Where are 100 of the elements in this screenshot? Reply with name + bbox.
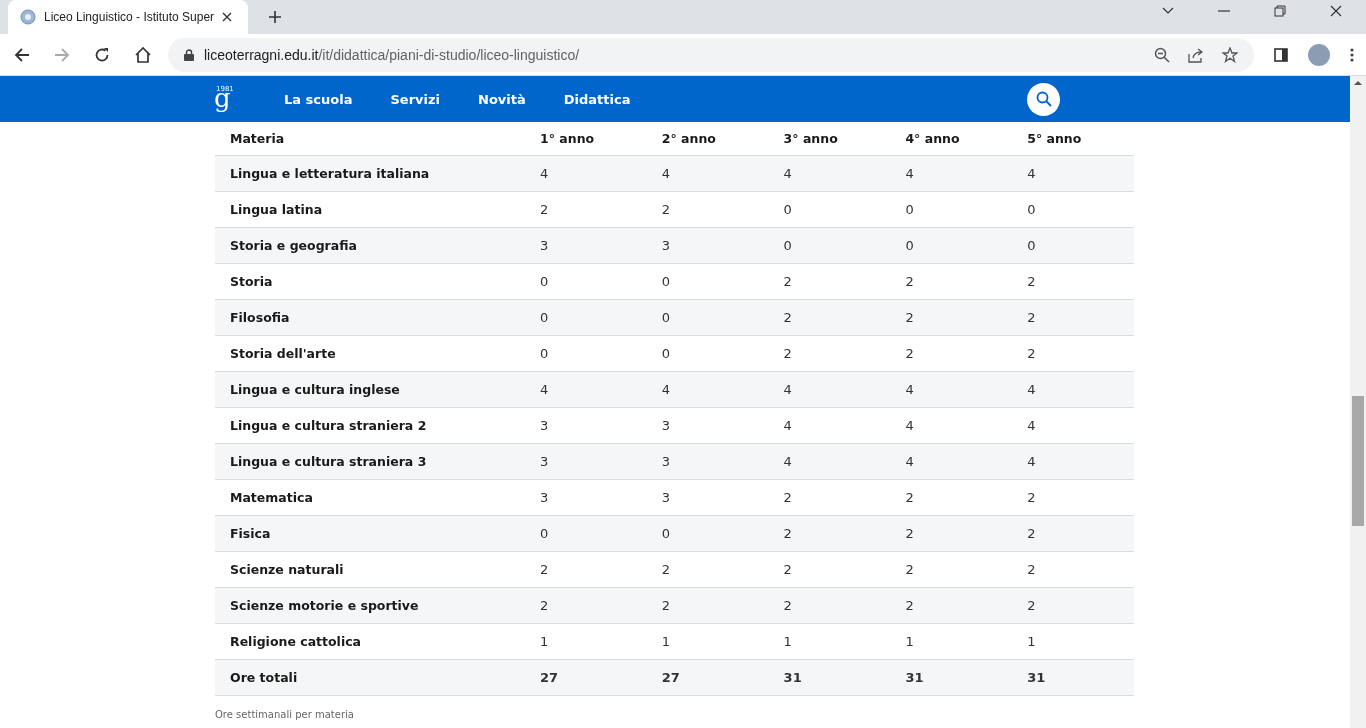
table-cell: 4 [1012, 155, 1134, 192]
table-cell: Lingua e cultura inglese [215, 371, 525, 408]
search-button[interactable] [1027, 82, 1060, 116]
table-cell: Lingua e cultura straniera 2 [215, 407, 525, 444]
url-text: liceoterragni.edu.it/it/didattica/piani-di-studio/liceo-linguistico/ [204, 46, 580, 63]
table-cell: 2 [1012, 479, 1134, 516]
chevron-down-icon[interactable] [1162, 7, 1174, 15]
column-header: 3° anno [768, 122, 891, 156]
table-cell: 4 [890, 443, 1013, 480]
table-cell: 0 [525, 515, 647, 552]
table-cell: 2 [646, 551, 769, 588]
close-icon[interactable] [222, 12, 233, 22]
table-cell: 2 [768, 335, 891, 372]
table-cell: 1 [646, 623, 769, 660]
star-icon[interactable] [1222, 46, 1238, 63]
table-cell: 0 [525, 299, 647, 336]
table-cell: 31 [890, 659, 1013, 696]
column-header: 1° anno [525, 122, 647, 156]
column-header: 5° anno [1012, 122, 1134, 156]
browser-tab[interactable]: Liceo Linguistico - Istituto Super [8, 0, 248, 34]
table-cell: Filosofia [215, 299, 525, 336]
table-cell: 2 [525, 551, 647, 588]
table-cell: 4 [1012, 443, 1134, 480]
table-cell: 2 [768, 551, 891, 588]
table-cell: 2 [1012, 335, 1134, 372]
table-cell: 2 [646, 587, 769, 624]
table-cell: 2 [890, 479, 1013, 516]
scrollbar-thumb[interactable] [1352, 396, 1364, 526]
table-cell: 2 [768, 479, 891, 516]
table-cell: 0 [646, 263, 769, 300]
table-cell: 2 [768, 263, 891, 300]
table-cell: Ore totali [215, 659, 525, 696]
table-cell: 4 [1012, 371, 1134, 408]
tab-title: Liceo Linguistico - Istituto Super [44, 10, 215, 24]
table-cell: 4 [768, 371, 891, 408]
table-cell: 1 [768, 623, 891, 660]
nav-link[interactable]: Servizi [390, 91, 440, 107]
table-cell: 4 [768, 407, 891, 444]
table-cell: 0 [890, 191, 1013, 228]
reload-icon[interactable] [94, 46, 110, 63]
table-cell: 2 [890, 335, 1013, 372]
zoom-out-icon[interactable] [1154, 46, 1170, 63]
table-cell: 0 [646, 515, 769, 552]
table-cell: 2 [1012, 263, 1134, 300]
table-cell: 27 [646, 659, 769, 696]
share-icon[interactable] [1188, 46, 1204, 63]
table-cell: 4 [646, 371, 769, 408]
table-cell: 2 [768, 587, 891, 624]
table-cell: 3 [525, 479, 647, 516]
table-cell: 4 [1012, 407, 1134, 444]
nav-link[interactable]: Didattica [563, 91, 631, 107]
table-cell: 0 [890, 227, 1013, 264]
table-cell: 3 [525, 443, 647, 480]
nav-link[interactable]: Novità [478, 91, 526, 107]
table-cell: 0 [525, 263, 647, 300]
close-icon[interactable] [1330, 5, 1342, 17]
table-cell: 2 [1012, 587, 1134, 624]
search-icon [1035, 91, 1052, 107]
table-cell: 0 [768, 227, 891, 264]
table-cell: 2 [525, 191, 647, 228]
table-cell: 27 [525, 659, 647, 696]
table-cell: Storia e geografia [215, 227, 525, 264]
table-cell: 4 [646, 155, 769, 192]
table-cell: Storia [215, 263, 525, 300]
table-cell: Matematica [215, 479, 525, 516]
table-caption: Ore settimanali per materia [215, 709, 355, 720]
profile-avatar[interactable] [1308, 43, 1330, 66]
restore-icon[interactable] [1274, 5, 1286, 17]
side-panel-icon[interactable] [1274, 47, 1288, 62]
table-cell: 31 [768, 659, 891, 696]
table-cell: 4 [890, 371, 1013, 408]
table-cell: Fisica [215, 515, 525, 552]
table-cell: 2 [1012, 515, 1134, 552]
table-cell: 0 [1012, 191, 1134, 228]
table-cell: 2 [1012, 551, 1134, 588]
home-icon[interactable] [134, 46, 152, 63]
table-cell: 0 [1012, 227, 1134, 264]
lock-icon [184, 48, 194, 61]
table-cell: Scienze naturali [215, 551, 525, 588]
table-cell: 3 [525, 227, 647, 264]
table-cell: 3 [646, 407, 769, 444]
table-cell: 4 [768, 443, 891, 480]
back-arrow-icon[interactable] [14, 46, 30, 63]
table-cell: 0 [768, 191, 891, 228]
table-cell: 4 [890, 407, 1013, 444]
table-cell: 2 [890, 299, 1013, 336]
table-cell: 1 [1012, 623, 1134, 660]
table-cell: 2 [890, 551, 1013, 588]
table-cell: 1 [525, 623, 647, 660]
table-cell: 0 [646, 299, 769, 336]
table-cell: 3 [525, 407, 647, 444]
table-cell: 3 [646, 443, 769, 480]
table-cell: 3 [646, 479, 769, 516]
emblem-icon [20, 9, 36, 25]
menu-icon[interactable] [1350, 47, 1354, 62]
nav-link[interactable]: La scuola [284, 91, 353, 107]
column-header: 2° anno [646, 122, 769, 156]
plus-icon[interactable] [268, 10, 282, 24]
table-cell: 4 [525, 371, 647, 408]
address-bar[interactable]: liceoterragni.edu.it/it/didattica/piani-di-studio/liceo-linguistico/ [168, 37, 1254, 72]
